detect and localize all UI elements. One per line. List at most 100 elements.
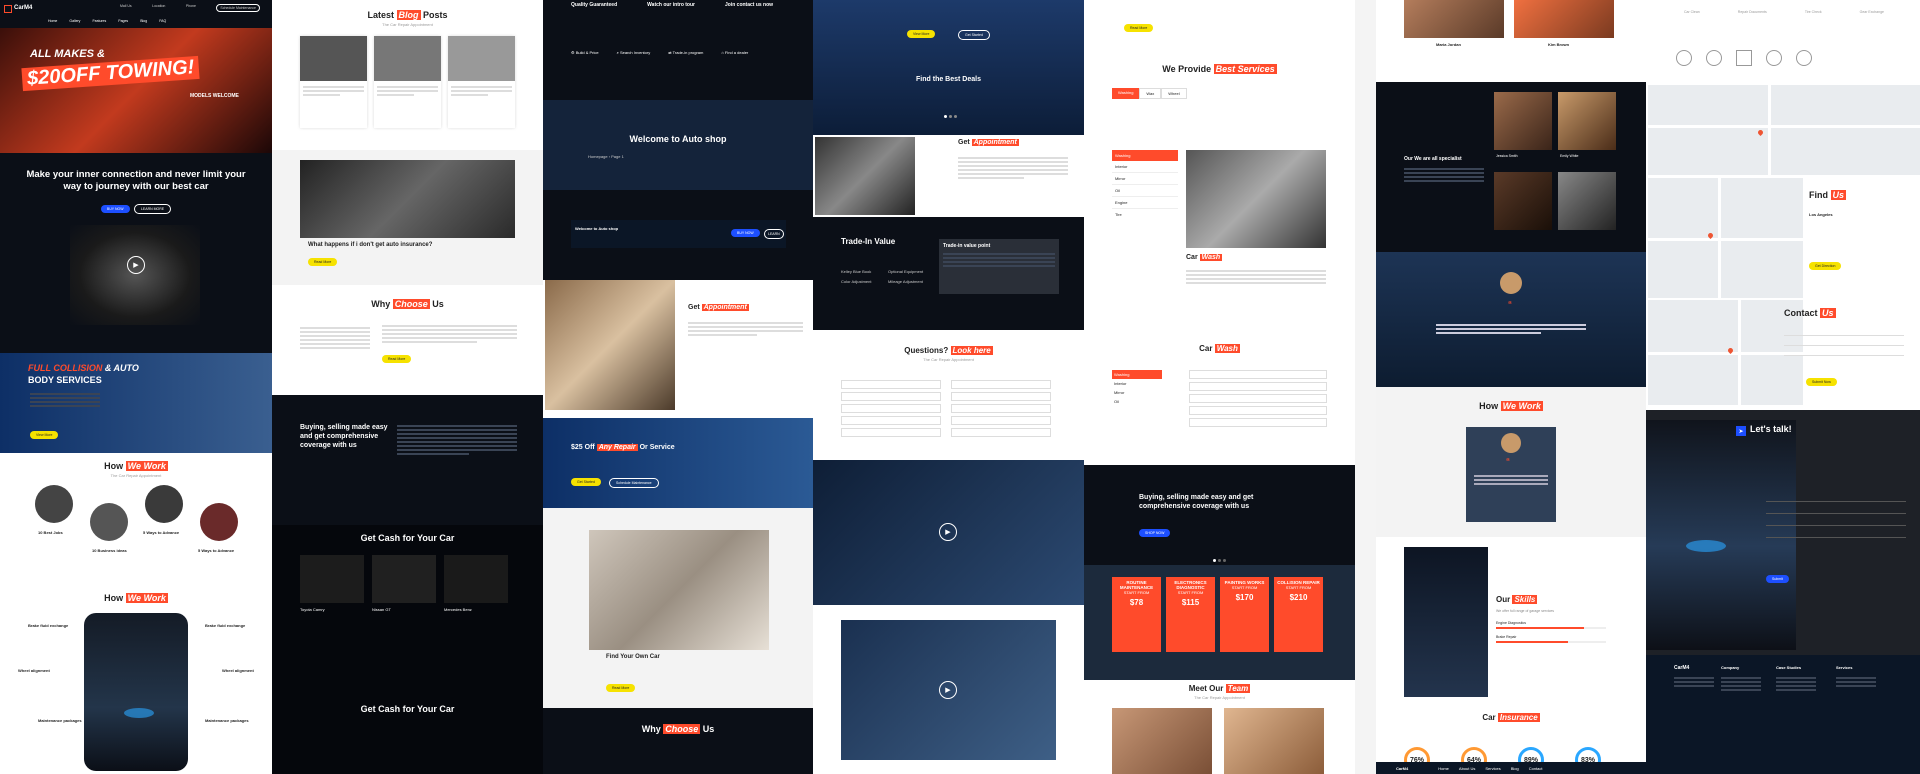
faq-item[interactable] [951,416,1051,425]
schedule-button[interactable]: Schedule Maintenance [609,478,659,488]
phone-field[interactable] [1784,346,1904,356]
bottom-nav-item[interactable]: Contact [1529,766,1543,771]
faq-item[interactable] [841,404,941,413]
bottom-nav-item[interactable]: Home [1438,766,1449,771]
tab-wax[interactable]: Wax [1139,88,1162,99]
faq-item[interactable] [841,428,941,437]
read-more-button[interactable]: Read More [1124,24,1154,32]
accordion-item[interactable] [1189,382,1327,391]
skill-bar [1496,641,1568,643]
footer-brand: CarM4 [1674,665,1690,671]
panel-services: Read More We Provide Best Services Washi… [1084,0,1355,774]
skills-title: Our Skills [1496,595,1538,604]
carousel-dots[interactable] [943,105,958,123]
accordion-item[interactable] [1189,418,1327,427]
search-icon[interactable]: ⌕ Search Inventory [617,50,651,55]
discount-button[interactable]: Get Started [571,478,601,486]
tab-washing[interactable]: Washing [1112,88,1140,99]
play-icon[interactable]: ▶ [939,681,957,699]
collision-button[interactable]: View More [30,431,59,439]
faq-item[interactable] [951,404,1051,413]
email-field[interactable] [1766,502,1906,514]
learn-more-button[interactable]: LEARN MORE [133,204,172,214]
play-icon[interactable]: ▶ [127,256,145,274]
submit-button[interactable]: Submit Now [1806,378,1837,386]
nav-item[interactable]: Home [48,19,57,23]
faq-item[interactable] [951,380,1051,389]
buy-sell-title: Buying, selling made easy and get compre… [300,424,388,449]
map-1[interactable] [1648,85,1920,175]
blog-card[interactable] [374,36,441,128]
side-tab[interactable]: Washing [1112,150,1178,161]
pricing-tile[interactable]: PAINTING WORKS START FROM $170 [1220,577,1269,652]
submit-button[interactable]: Submit [1766,575,1789,583]
car-card-image[interactable] [300,555,364,603]
name-field[interactable] [1766,490,1906,502]
trade-icon[interactable]: ⇄ Trade-in program [668,50,703,55]
step-image [35,485,73,523]
deals-button-2[interactable]: Get Started [958,30,990,40]
build-icon[interactable]: ⚙ Build & Price [571,50,599,55]
dealer-icon[interactable]: ⌂ Find a dealer [721,50,748,55]
message-field[interactable] [1766,526,1906,538]
nav-item[interactable]: Blog [140,19,147,23]
shop-now-button[interactable]: SHOP NOW [1139,529,1171,537]
map-2[interactable] [1648,178,1803,298]
phone-field[interactable] [1766,514,1906,526]
faq-item[interactable] [951,428,1051,437]
nav-item[interactable]: Pages [118,19,128,23]
quote-icon: “ [1508,300,1512,309]
panel-home-hero: CarM4 Mail Us Location Phone Schedule Maint… [0,0,272,774]
side-tab[interactable]: Interior [1112,161,1178,173]
side-tab[interactable]: Oil [1112,185,1178,197]
nav-item[interactable]: FAQ [159,19,166,23]
faq-item[interactable] [841,380,941,389]
why-button[interactable]: Read More [382,355,412,363]
side-tab[interactable]: Mirror [1112,388,1162,397]
side-tab[interactable]: Interior [1112,379,1162,388]
side-tab[interactable]: Washing [1112,370,1162,379]
step-label: 10 Business ideas [92,548,127,553]
bottom-nav-item[interactable]: About Us [1459,766,1475,771]
bottom-nav-item[interactable]: Blog [1511,766,1519,771]
car-card-image[interactable] [372,555,436,603]
nav-item[interactable]: Features [92,19,106,23]
map-3[interactable] [1648,300,1803,405]
email-field[interactable] [1784,336,1904,346]
side-tab[interactable]: Tire [1112,209,1178,220]
pricing-tile[interactable]: ROUTINE MAINTENANCE START FROM $78 [1112,577,1161,652]
blog-card[interactable] [448,36,515,128]
tab-wheel[interactable]: Wheel [1161,88,1187,99]
buy-now-button[interactable]: BUY NOW [100,205,130,213]
nav-item[interactable]: Gallery [69,19,80,23]
services-section: We Provide Best Services Washing Wax Whe… [1084,50,1355,340]
accordion-item[interactable] [1189,370,1327,379]
team-subtitle: The Car Repair Appointment [1194,695,1245,700]
car-card-image[interactable] [444,555,508,603]
bottom-nav-item[interactable]: Services [1485,766,1500,771]
learn-more-button[interactable]: LEARN [764,229,784,239]
accordion-item[interactable] [1189,394,1327,403]
play-icon[interactable]: ▶ [939,523,957,541]
contact-title: Contact Us [1784,308,1836,318]
buy-now-button[interactable]: BUY NOW [731,229,760,237]
faq-item[interactable] [841,416,941,425]
name-field[interactable] [1784,326,1904,336]
pricing-tile[interactable]: COLLISION REPAIR START FROM $210 [1274,577,1323,652]
how-subtitle: The Car Repair Appointment [110,473,162,478]
how-we-work-features: How We Work Brake fluid exchange Wheel a… [0,593,272,774]
accordion-item[interactable] [1189,406,1327,415]
deals-button[interactable]: View More [907,30,936,38]
breadcrumb: Homepage › Page 1 [588,154,624,159]
side-tab[interactable]: Engine [1112,197,1178,209]
side-tab[interactable]: Mirror [1112,173,1178,185]
blog-card[interactable] [300,36,367,128]
skill-bar [1496,627,1584,629]
pricing-tile[interactable]: ELECTRONICS DIAGNOSTIC START FROM $115 [1166,577,1215,652]
faq-item[interactable] [951,392,1051,401]
find-us-button[interactable]: Get Direction [1809,262,1842,270]
faq-item[interactable] [841,392,941,401]
find-car-button[interactable]: Read More [606,684,636,692]
read-more-button[interactable]: Read More [308,258,338,266]
side-tab[interactable]: Oil [1112,397,1162,406]
